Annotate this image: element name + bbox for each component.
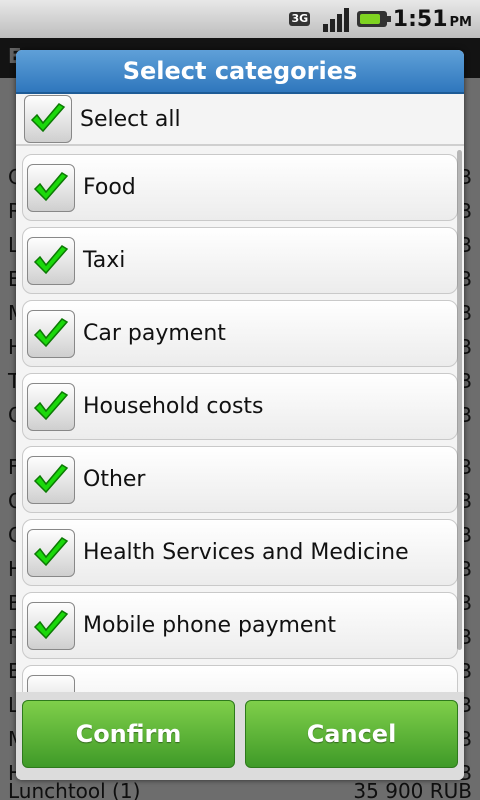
category-checkbox[interactable]: [27, 382, 75, 431]
category-label: Health Services and Medicine: [83, 540, 409, 565]
checkmark-icon: [33, 536, 69, 566]
select-all-row[interactable]: Select all: [16, 94, 464, 146]
checkmark-icon: [33, 317, 69, 347]
category-checkbox[interactable]: [27, 163, 75, 212]
checkmark-icon: [33, 390, 69, 420]
category-list[interactable]: Food Taxi Car payment Household costs Other H…: [16, 148, 464, 744]
category-item[interactable]: Household costs: [22, 373, 458, 440]
dialog-title: Select categories: [16, 50, 464, 94]
category-item[interactable]: Food: [22, 154, 458, 221]
signal-strength-icon: [321, 6, 351, 32]
category-checkbox[interactable]: [27, 455, 75, 504]
category-item[interactable]: Mobile phone payment: [22, 592, 458, 659]
select-all-label: Select all: [80, 106, 181, 132]
status-bar: 3G 1:51 PM: [0, 0, 480, 38]
status-ampm: PM: [449, 14, 472, 30]
checkmark-icon: [33, 463, 69, 493]
category-item[interactable]: Other: [22, 446, 458, 513]
checkmark-icon: [33, 171, 69, 201]
dialog-buttons: Confirm Cancel: [16, 692, 464, 780]
category-checkbox[interactable]: [27, 236, 75, 285]
battery-charging-icon: [356, 5, 391, 33]
network-3g-icon: 3G: [289, 12, 311, 26]
select-categories-dialog: Select categories Select all Food Taxi Car…: [16, 50, 464, 780]
category-label: Food: [83, 175, 136, 200]
checkmark-icon: [33, 609, 69, 639]
category-item[interactable]: Taxi: [22, 227, 458, 294]
cancel-button[interactable]: Cancel: [245, 700, 458, 768]
category-item[interactable]: Car payment: [22, 300, 458, 367]
checkmark-icon: [33, 244, 69, 274]
category-label: Household costs: [83, 394, 264, 419]
category-checkbox[interactable]: [27, 309, 75, 358]
category-item[interactable]: Health Services and Medicine: [22, 519, 458, 586]
category-checkbox[interactable]: [27, 528, 75, 577]
category-label: Taxi: [83, 248, 126, 273]
list-scrollbar[interactable]: [457, 150, 462, 650]
category-label: Mobile phone payment: [83, 613, 336, 638]
status-time: 1:51: [392, 6, 448, 32]
category-checkbox[interactable]: [27, 601, 75, 650]
select-all-checkbox[interactable]: [24, 95, 72, 143]
category-label: Other: [83, 467, 146, 492]
category-label: Car payment: [83, 321, 226, 346]
confirm-button[interactable]: Confirm: [22, 700, 235, 768]
checkmark-icon: [30, 103, 66, 133]
